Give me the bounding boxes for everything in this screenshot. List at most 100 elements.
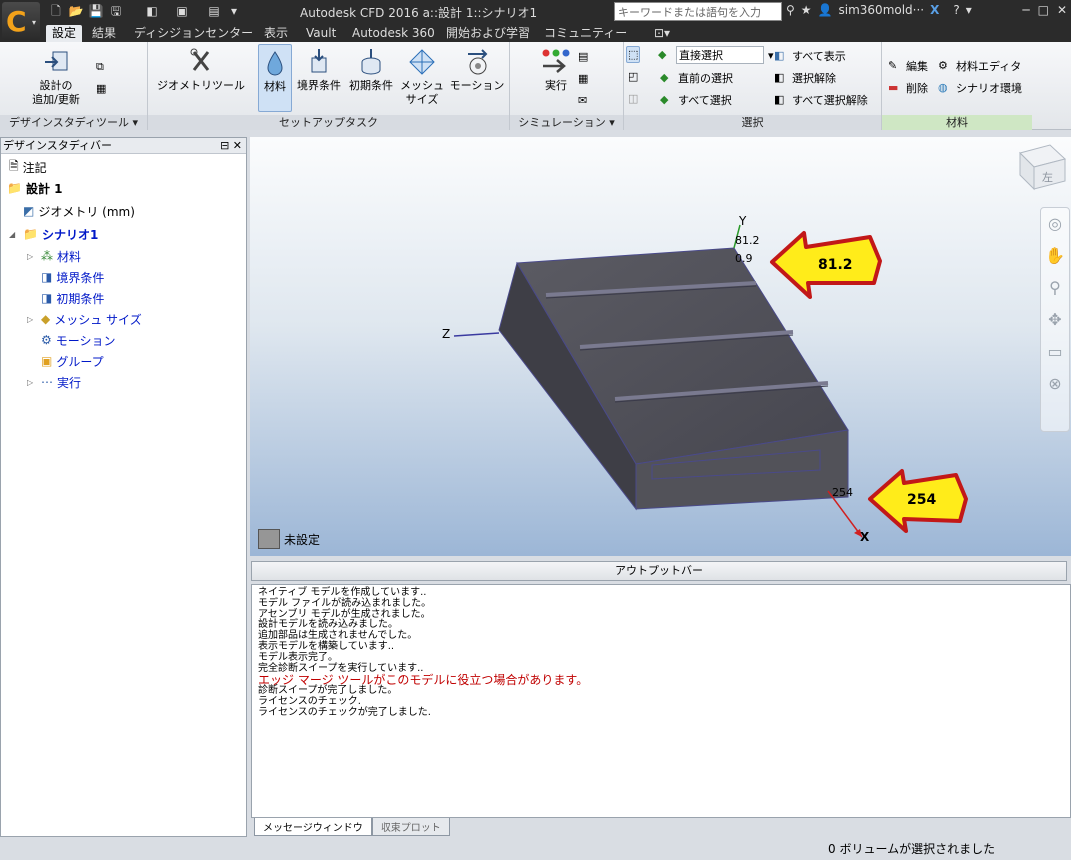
tab-community[interactable]: コミュニティー: [538, 25, 633, 42]
output-line: ライセンスのチェックが完了しました.: [258, 706, 431, 718]
panel-label-design-tools[interactable]: デザインスタディツール ▾: [0, 115, 147, 130]
new-file-icon[interactable]: 🗋: [48, 4, 64, 19]
delete-material-button[interactable]: ▬ 削除: [888, 80, 928, 96]
qat-menu-icon[interactable]: ▾: [226, 4, 242, 19]
tree-item-mesh[interactable]: ▷ ◆ メッシュ サイズ: [27, 310, 142, 328]
tree-item-motion[interactable]: ⚙ モーション: [41, 331, 116, 349]
model-canvas[interactable]: Y 81.2 0.9 Z 254 X 81.2 254 左: [250, 137, 1071, 556]
collapse-arrow-icon[interactable]: ◢: [9, 230, 19, 239]
ribbon-options-icon[interactable]: ⊡▾: [648, 25, 676, 42]
exchange-icon[interactable]: X: [930, 3, 939, 17]
tree-label-design: 設計 1: [25, 181, 63, 196]
tree-item-run[interactable]: ▷ ⋯ 実行: [27, 373, 81, 391]
close-icon[interactable]: ✕: [1057, 3, 1067, 17]
ribbon: 設計の 追加/更新 ⧉ ▦ デザインスタディツール ▾ ジオメトリツール 材料 …: [0, 42, 1071, 130]
save-icon[interactable]: 💾: [88, 4, 104, 19]
mesh-icon: ◆: [41, 312, 51, 326]
panel-label-simulation[interactable]: シミュレーション ▾: [510, 115, 623, 130]
solver-computer-icon[interactable]: ▦: [578, 72, 588, 85]
open-folder-icon[interactable]: 📂: [68, 4, 84, 19]
tree-item-scenario[interactable]: ◢ 📁 シナリオ1: [9, 225, 98, 243]
app-menu-arrow-icon: ▾: [32, 18, 37, 27]
motion-button[interactable]: モーション: [446, 48, 508, 93]
material-button[interactable]: 材料: [258, 44, 292, 112]
geometry-tools-button[interactable]: ジオメトリツール: [152, 48, 250, 93]
tree-item-materials[interactable]: ▷ ⁂ 材料: [27, 247, 81, 265]
tab-convergence-plot[interactable]: 収束プロット: [371, 818, 450, 836]
select-surface-icon[interactable]: ◰: [628, 70, 638, 83]
design-study-icon[interactable]: ◧: [144, 4, 160, 19]
status-text: 0 ボリュームが選択されました: [828, 842, 996, 856]
tab-results[interactable]: 結果: [86, 25, 122, 42]
select-all-button[interactable]: ◆ すべて選択: [660, 92, 732, 108]
tab-autodesk-360[interactable]: Autodesk 360: [346, 25, 441, 42]
binoculars-icon[interactable]: ⚲: [786, 3, 795, 17]
scenario-environment-button[interactable]: ◍ シナリオ環境: [938, 80, 1022, 96]
deselect-all-button[interactable]: ◧ すべて選択解除: [774, 92, 868, 108]
user-icon[interactable]: 👤: [818, 3, 833, 17]
panel-label-selection: 選択: [624, 115, 881, 130]
user-name[interactable]: sim360mold···: [839, 3, 925, 17]
tree-item-notes[interactable]: 🗎 注記: [9, 158, 47, 176]
tree-item-geometry[interactable]: ◩ ジオメトリ (mm): [23, 202, 135, 220]
app-menu-button[interactable]: C ▾: [2, 2, 40, 40]
tree-label-scenario: シナリオ1: [41, 227, 99, 242]
zoom-icon[interactable]: ⚲: [1041, 272, 1069, 304]
float-pin-icon[interactable]: ⊟: [220, 139, 229, 152]
tab-setup[interactable]: 設定: [46, 25, 83, 42]
expand-arrow-icon[interactable]: ▷: [27, 315, 37, 324]
sidebar-close-icon[interactable]: ✕: [233, 139, 242, 152]
tab-decision-center[interactable]: ディシジョンセンター: [128, 25, 259, 42]
tree-item-group[interactable]: ▣ グループ: [41, 352, 104, 370]
tree-item-boundary[interactable]: ◨ 境界条件: [41, 268, 104, 286]
search-input[interactable]: キーワードまたは語句を入力: [614, 2, 782, 21]
expand-arrow-icon[interactable]: ▷: [27, 378, 37, 387]
email-notify-icon[interactable]: ✉: [578, 94, 587, 107]
favorites-star-icon[interactable]: ★: [801, 3, 812, 17]
save-as-icon[interactable]: 🖫: [108, 4, 124, 19]
select-volume-icon[interactable]: ⬚: [626, 46, 641, 63]
minimize-icon[interactable]: ─: [1022, 3, 1029, 17]
add-update-design-label: 設計の 追加/更新: [32, 79, 80, 106]
initial-icon: ◨: [41, 291, 53, 305]
solver-settings-icon[interactable]: ▤: [578, 50, 588, 63]
tree-item-initial[interactable]: ◨ 初期条件: [41, 289, 104, 307]
center-icon[interactable]: ⊗: [1041, 368, 1069, 400]
select-edge-icon[interactable]: ◫: [628, 92, 638, 105]
add-update-design-button[interactable]: 設計の 追加/更新: [28, 48, 84, 107]
material-editor-button[interactable]: ⚙ 材料エディタ: [938, 58, 1021, 74]
help-menu-icon[interactable]: ▾: [966, 3, 972, 17]
initial-conditions-button[interactable]: 初期条件: [346, 48, 396, 93]
edit-material-button[interactable]: ✎ 編集: [888, 58, 928, 74]
tab-vault[interactable]: Vault: [300, 25, 342, 42]
tab-getting-started[interactable]: 開始および学習: [440, 25, 536, 42]
restore-icon[interactable]: □: [1038, 3, 1049, 17]
output-bar-header[interactable]: アウトプットバー: [251, 561, 1067, 581]
orbit-icon[interactable]: ✥: [1041, 304, 1069, 336]
panel-toggle-icon[interactable]: ▤: [206, 4, 222, 19]
expand-arrow-icon[interactable]: ▷: [27, 252, 37, 261]
view-cube[interactable]: 左: [1019, 144, 1067, 191]
show-all-button[interactable]: ◧ すべて表示: [774, 48, 846, 64]
y-tick-top: 81.2: [735, 234, 760, 247]
look-at-icon[interactable]: ▭: [1041, 336, 1069, 368]
run-simulation-button[interactable]: 実行: [538, 48, 574, 93]
deselect-button[interactable]: ◧ 選択解除: [774, 70, 836, 86]
copy-design-icon[interactable]: ⧉: [96, 60, 104, 74]
message-window[interactable]: ネイティブ モデルを作成しています.. モデル ファイルが読み込まれました。 ア…: [251, 584, 1071, 818]
graphics-viewport[interactable]: Y 81.2 0.9 Z 254 X 81.2 254 左 ◎ ✋ ⚲ ✥ ▭ …: [250, 137, 1071, 556]
mesh-size-label: メッシュ サイズ: [400, 79, 444, 106]
edit-design-icon[interactable]: ▦: [96, 82, 106, 95]
view-cube-icon[interactable]: ▣: [174, 4, 190, 19]
pan-hand-icon[interactable]: ✋: [1041, 240, 1069, 272]
steering-wheel-icon[interactable]: ◎: [1041, 208, 1069, 240]
tree-item-design[interactable]: 📁 設計 1: [7, 179, 62, 197]
tab-view[interactable]: 表示: [258, 25, 294, 42]
mesh-size-button[interactable]: メッシュ サイズ: [398, 48, 446, 107]
tab-message-window[interactable]: メッセージウィンドウ: [254, 818, 372, 836]
selection-mode-dropdown[interactable]: ◆ 直接選択 ▾: [658, 46, 774, 64]
help-icon[interactable]: ?: [953, 3, 959, 17]
boundary-conditions-button[interactable]: 境界条件: [294, 48, 344, 93]
previous-selection-button[interactable]: ◆ 直前の選択: [660, 70, 733, 86]
z-axis-label: Z: [442, 327, 450, 341]
